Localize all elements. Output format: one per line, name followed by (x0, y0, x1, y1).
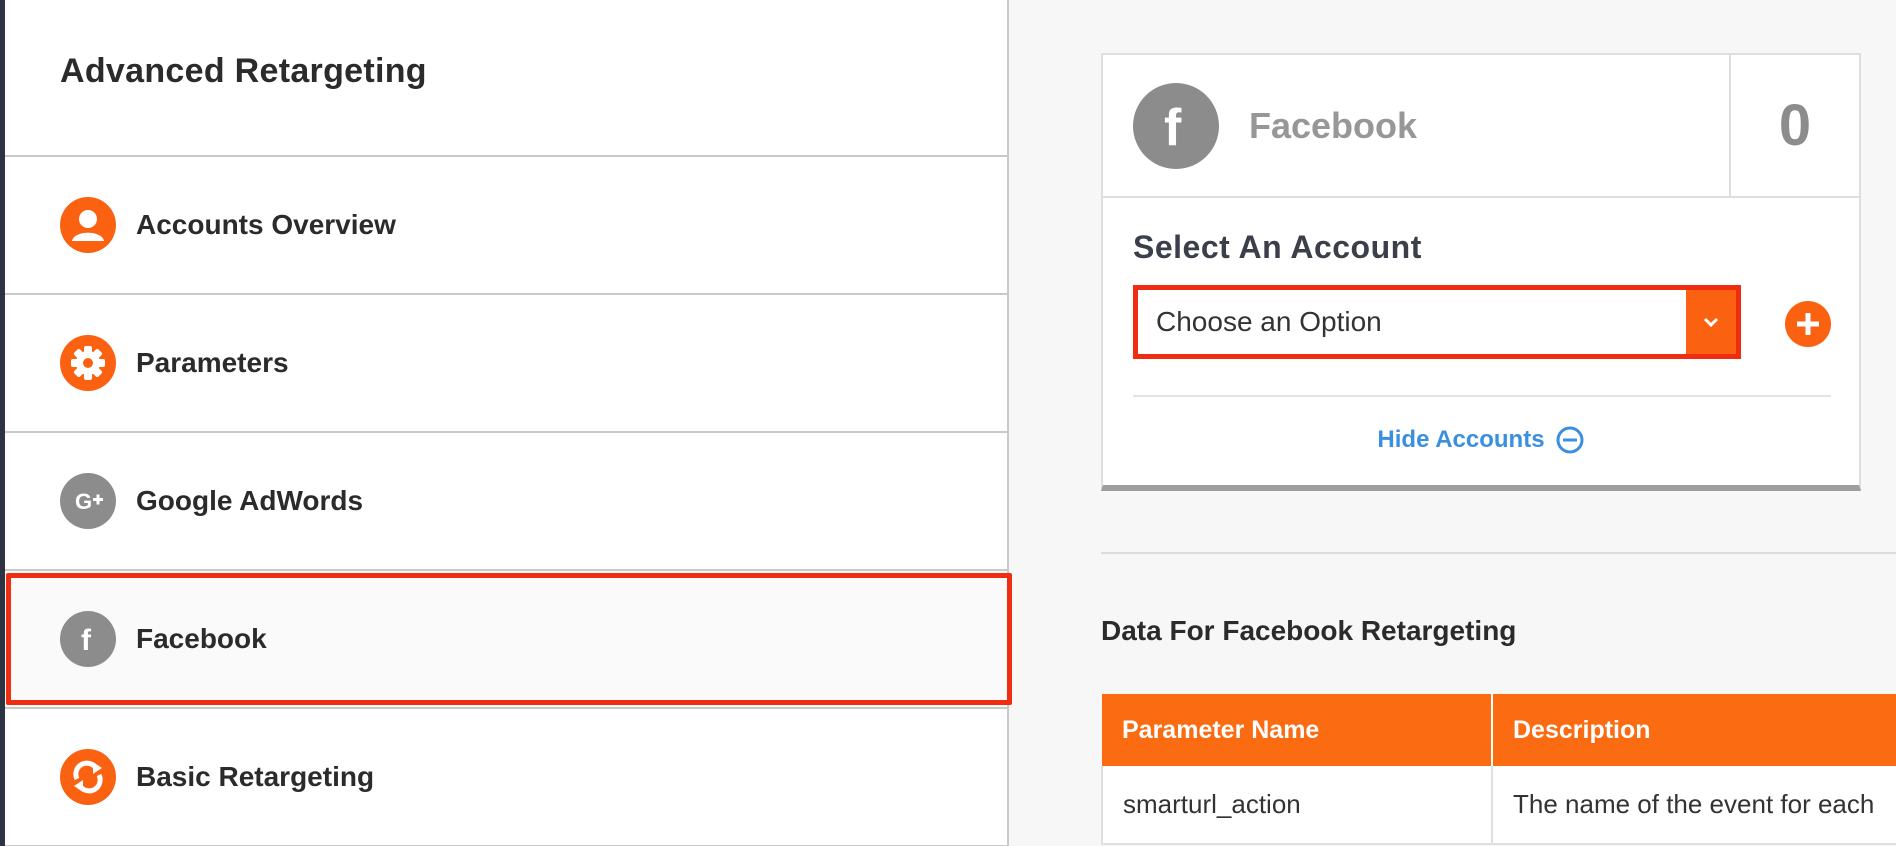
account-select[interactable]: Choose an Option (1133, 285, 1741, 359)
table-cell: The name of the event for each (1492, 766, 1896, 845)
sidebar-item-parameters[interactable]: Parameters (5, 295, 1007, 433)
plus-icon (1797, 313, 1819, 335)
minus-circle-icon (1556, 426, 1584, 454)
section-divider (1101, 552, 1896, 554)
sidebar-item-label: Google AdWords (136, 485, 364, 516)
account-card: f Facebook 0 Select An Account Choose an… (1101, 53, 1861, 491)
refresh-icon (60, 749, 116, 805)
table-header-row: Parameter Name Description (1102, 694, 1896, 766)
sidebar-item-label: Parameters (136, 347, 289, 378)
column-header: Parameter Name (1102, 694, 1493, 766)
sidebar-item-label: Facebook (136, 623, 267, 654)
column-header: Description (1492, 694, 1896, 766)
sidebar-title: Advanced Retargeting (5, 0, 1007, 157)
chevron-down-icon[interactable] (1686, 290, 1736, 354)
google-plus-icon: G (60, 473, 116, 529)
card-header: f Facebook 0 (1103, 55, 1859, 198)
hide-accounts-link[interactable]: Hide Accounts (1103, 425, 1859, 455)
sidebar-item-facebook[interactable]: f Facebook (5, 571, 1007, 709)
hide-accounts-label: Hide Accounts (1377, 426, 1545, 453)
card-divider (1133, 395, 1831, 397)
add-account-button[interactable] (1785, 301, 1831, 347)
sidebar: Advanced Retargeting Accounts Overview P… (5, 0, 1009, 846)
sidebar-item-accounts-overview[interactable]: Accounts Overview (5, 157, 1007, 295)
table-row: smarturl_action The name of the event fo… (1101, 766, 1896, 845)
facebook-icon: f (60, 611, 116, 667)
sidebar-item-basic-retargeting[interactable]: Basic Retargeting (5, 709, 1007, 846)
sidebar-item-label: Basic Retargeting (136, 761, 375, 792)
sidebar-item-label: Accounts Overview (136, 209, 396, 240)
user-icon (60, 197, 116, 253)
account-count: 0 (1729, 55, 1859, 196)
table-cell: smarturl_action (1101, 766, 1493, 845)
svg-text:f: f (1164, 99, 1182, 157)
svg-text:f: f (81, 624, 92, 657)
svg-text:G: G (75, 489, 92, 514)
account-select-value: Choose an Option (1156, 306, 1382, 337)
retargeting-data-table: Parameter Name Description smarturl_acti… (1101, 694, 1896, 845)
gear-icon (60, 335, 116, 391)
facebook-icon: f (1133, 82, 1219, 169)
select-account-label: Select An Account (1133, 229, 1422, 265)
card-title: Facebook (1249, 104, 1418, 146)
section-title: Data For Facebook Retargeting (1101, 615, 1517, 646)
sidebar-item-google-adwords[interactable]: G Google AdWords (5, 433, 1007, 571)
main-content: f Facebook 0 Select An Account Choose an… (1011, 0, 1896, 846)
